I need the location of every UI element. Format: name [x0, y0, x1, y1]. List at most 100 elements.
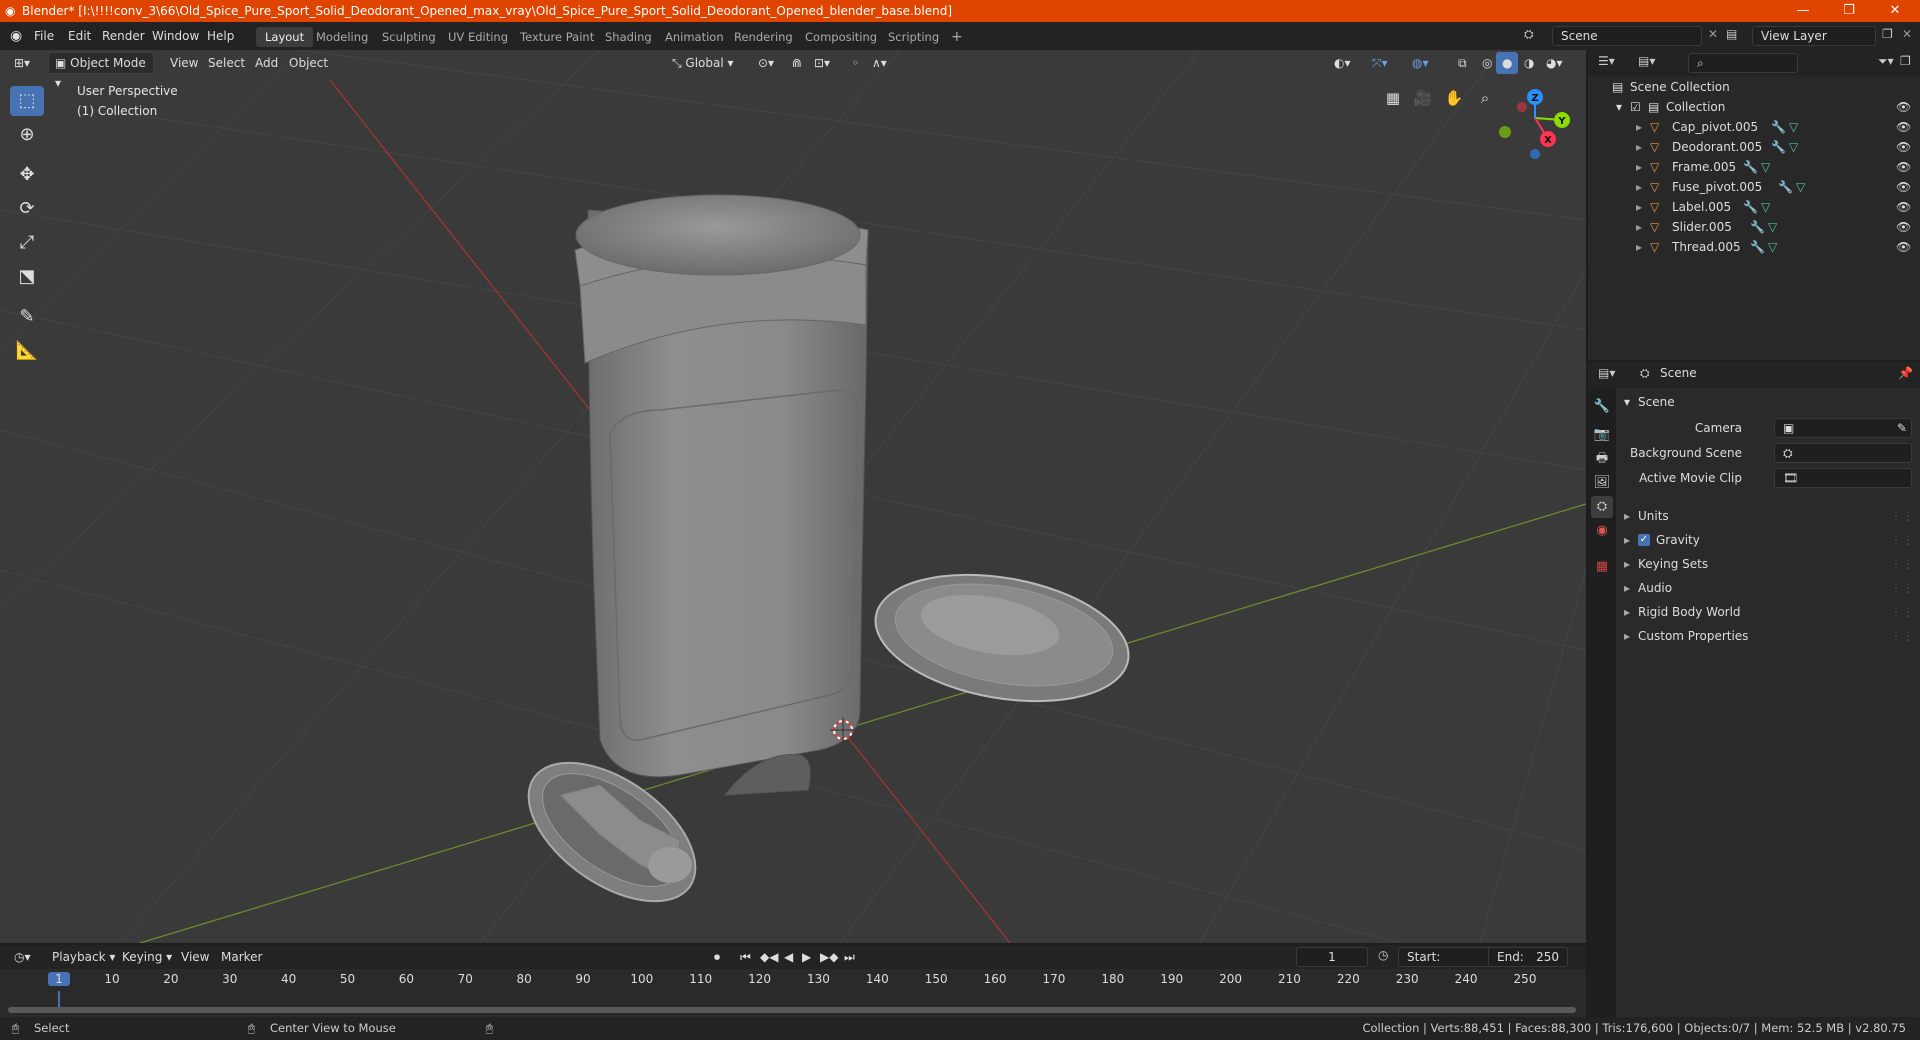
- new-collection-icon[interactable]: ❐: [1900, 54, 1911, 68]
- tab-uv-editing[interactable]: UV Editing: [439, 27, 517, 47]
- mesh-data-icon[interactable]: ▽: [1789, 137, 1798, 157]
- minimize-button[interactable]: —: [1780, 0, 1826, 22]
- move-tool-icon[interactable]: ✥: [10, 160, 44, 190]
- modifier-wrench-icon[interactable]: 🔧: [1778, 177, 1793, 197]
- view-layer-selector[interactable]: View Layer: [1752, 26, 1876, 46]
- mesh-data-icon[interactable]: ▽: [1768, 217, 1777, 237]
- cursor-tool-icon[interactable]: ⊕: [10, 120, 44, 150]
- outliner-search-input[interactable]: ⌕: [1688, 53, 1798, 73]
- tab-rendering[interactable]: Rendering: [725, 27, 802, 47]
- modifier-wrench-icon[interactable]: 🔧: [1771, 137, 1786, 157]
- background-scene-field[interactable]: ⛭: [1774, 443, 1912, 463]
- outliner-row-scene-collection[interactable]: ▤ Scene Collection: [1588, 77, 1920, 97]
- add-workspace-button[interactable]: +: [942, 27, 972, 47]
- timeline-menu-marker[interactable]: Marker: [215, 946, 268, 968]
- section-rigid-body-world[interactable]: ▸ Rigid Body World ⋮⋮: [1616, 600, 1920, 624]
- outliner-row-object[interactable]: ▸ ▽ Frame.005 🔧 ▽ 👁: [1588, 157, 1920, 177]
- current-frame-field[interactable]: 1: [1296, 947, 1368, 967]
- section-keying-sets[interactable]: ▸ Keying Sets ⋮⋮: [1616, 552, 1920, 576]
- menu-help[interactable]: Help: [207, 22, 234, 50]
- menu-render[interactable]: Render: [102, 22, 145, 50]
- record-icon[interactable]: ⏺: [708, 946, 726, 968]
- viewport-menu-object[interactable]: Object: [283, 52, 334, 74]
- timeline-editor-icon[interactable]: ◷▾: [8, 946, 37, 968]
- mesh-data-icon[interactable]: ▽: [1761, 157, 1770, 177]
- menu-window[interactable]: Window: [152, 22, 199, 50]
- eye-icon[interactable]: 👁: [1896, 137, 1911, 157]
- expand-arrow-icon[interactable]: ▸: [1636, 137, 1642, 157]
- active-movie-clip-field[interactable]: 🎞: [1774, 468, 1912, 488]
- camera-field[interactable]: ▣ ✎: [1774, 418, 1912, 438]
- texture-tab-icon[interactable]: ▦: [1591, 556, 1613, 578]
- output-tab-icon[interactable]: 🖶: [1591, 448, 1613, 470]
- tab-shading[interactable]: Shading: [596, 27, 661, 47]
- eye-icon[interactable]: 👁: [1896, 157, 1911, 177]
- world-tab-icon[interactable]: ◉: [1591, 520, 1613, 542]
- mesh-data-icon[interactable]: ▽: [1761, 197, 1770, 217]
- modifier-wrench-icon[interactable]: 🔧: [1750, 237, 1765, 257]
- proportional-edit-icon[interactable]: ◦: [846, 52, 865, 74]
- jump-end-icon[interactable]: ⏭: [838, 946, 861, 968]
- expand-arrow-icon[interactable]: ▸: [1636, 197, 1642, 217]
- viewport-menu-view[interactable]: View: [164, 52, 204, 74]
- scene-icon[interactable]: ⛭: [1524, 27, 1534, 42]
- menu-file[interactable]: File: [34, 22, 54, 50]
- expand-arrow-icon[interactable]: ▸: [1636, 217, 1642, 237]
- drag-handle-icon[interactable]: ⋮⋮: [1890, 600, 1914, 624]
- eye-icon[interactable]: 👁: [1896, 117, 1911, 137]
- outliner-row-object[interactable]: ▸ ▽ Slider.005 🔧 ▽ 👁: [1588, 217, 1920, 237]
- close-button[interactable]: ✕: [1872, 0, 1918, 22]
- scene-tab-icon[interactable]: ⛭: [1591, 496, 1613, 518]
- menu-edit[interactable]: Edit: [68, 22, 91, 50]
- 3d-viewport[interactable]: Z Y X ⊞▾ ▣ Object Mode ▾ View Select Add…: [0, 50, 1586, 943]
- visibility-icon[interactable]: ◐▾: [1328, 52, 1357, 74]
- timeline-menu-keying[interactable]: Keying ▾: [116, 946, 178, 968]
- view-layer-new-icon[interactable]: ❐: [1882, 27, 1893, 41]
- scene-close-icon[interactable]: ✕: [1708, 27, 1718, 41]
- scene-selector[interactable]: Scene: [1552, 26, 1702, 46]
- blender-menu-icon[interactable]: ◉: [10, 22, 22, 50]
- playhead-line[interactable]: [58, 991, 60, 1007]
- drag-handle-icon[interactable]: ⋮⋮: [1890, 576, 1914, 600]
- mode-selector[interactable]: ▣ Object Mode ▾: [48, 52, 154, 90]
- transform-tool-icon[interactable]: ⬔: [10, 262, 44, 292]
- gizmo-toggle-icon[interactable]: ⤧▾: [1366, 52, 1394, 74]
- viewport-menu-select[interactable]: Select: [202, 52, 251, 74]
- scene-panel-header[interactable]: ▾ Scene: [1616, 390, 1920, 414]
- timeline-menu-view[interactable]: View: [175, 946, 215, 968]
- mesh-data-icon[interactable]: ▽: [1768, 237, 1777, 257]
- view-layer-close-icon[interactable]: ✕: [1902, 27, 1912, 41]
- display-mode-icon[interactable]: ▤▾: [1638, 54, 1655, 68]
- outliner-row-object[interactable]: ▸ ▽ Cap_pivot.005 🔧 ▽ 👁: [1588, 117, 1920, 137]
- mesh-data-icon[interactable]: ▽: [1789, 117, 1798, 137]
- gravity-checkbox[interactable]: ✓: [1638, 534, 1650, 546]
- tab-layout[interactable]: Layout: [256, 27, 314, 47]
- outliner-editor-icon[interactable]: ☰▾: [1598, 54, 1615, 68]
- eyedropper-icon[interactable]: ✎: [1897, 419, 1907, 437]
- modifier-wrench-icon[interactable]: 🔧: [1771, 117, 1786, 137]
- eye-icon[interactable]: 👁: [1896, 177, 1911, 197]
- section-gravity[interactable]: ▸ ✓ Gravity ⋮⋮: [1616, 528, 1920, 552]
- tab-modeling[interactable]: Modeling: [307, 27, 377, 47]
- material-shading-icon[interactable]: ◑: [1518, 52, 1540, 74]
- rotate-tool-icon[interactable]: ⟳: [10, 194, 44, 224]
- timeline-menu-playback[interactable]: Playback ▾: [46, 946, 121, 968]
- toggle-camera-ortho-icon[interactable]: ▦: [1380, 85, 1406, 111]
- pin-icon[interactable]: 📌: [1898, 366, 1913, 380]
- outliner-row-collection[interactable]: ▾ ☑ ▤ Collection 👁: [1588, 97, 1920, 117]
- filter-icon[interactable]: ⏷▾: [1878, 54, 1894, 69]
- falloff-icon[interactable]: ∧▾: [866, 52, 893, 74]
- outliner-row-object[interactable]: ▸ ▽ Fuse_pivot.005 🔧 ▽ 👁: [1588, 177, 1920, 197]
- tab-compositing[interactable]: Compositing: [796, 27, 886, 47]
- drag-handle-icon[interactable]: ⋮⋮: [1890, 504, 1914, 528]
- view-layer-tab-icon[interactable]: 🖼: [1591, 472, 1613, 494]
- section-custom-properties[interactable]: ▸ Custom Properties ⋮⋮: [1616, 624, 1920, 648]
- outliner-row-object[interactable]: ▸ ▽ Label.005 🔧 ▽ 👁: [1588, 197, 1920, 217]
- mesh-data-icon[interactable]: ▽: [1796, 177, 1805, 197]
- select-box-tool-icon[interactable]: ⬚: [10, 86, 44, 116]
- tool-tab-icon[interactable]: 🔧: [1591, 396, 1613, 418]
- tab-texture-paint[interactable]: Texture Paint: [511, 27, 603, 47]
- timeline-scrollbar[interactable]: [8, 1007, 1576, 1013]
- tab-animation[interactable]: Animation: [656, 27, 733, 47]
- scale-tool-icon[interactable]: ⤢: [10, 228, 44, 258]
